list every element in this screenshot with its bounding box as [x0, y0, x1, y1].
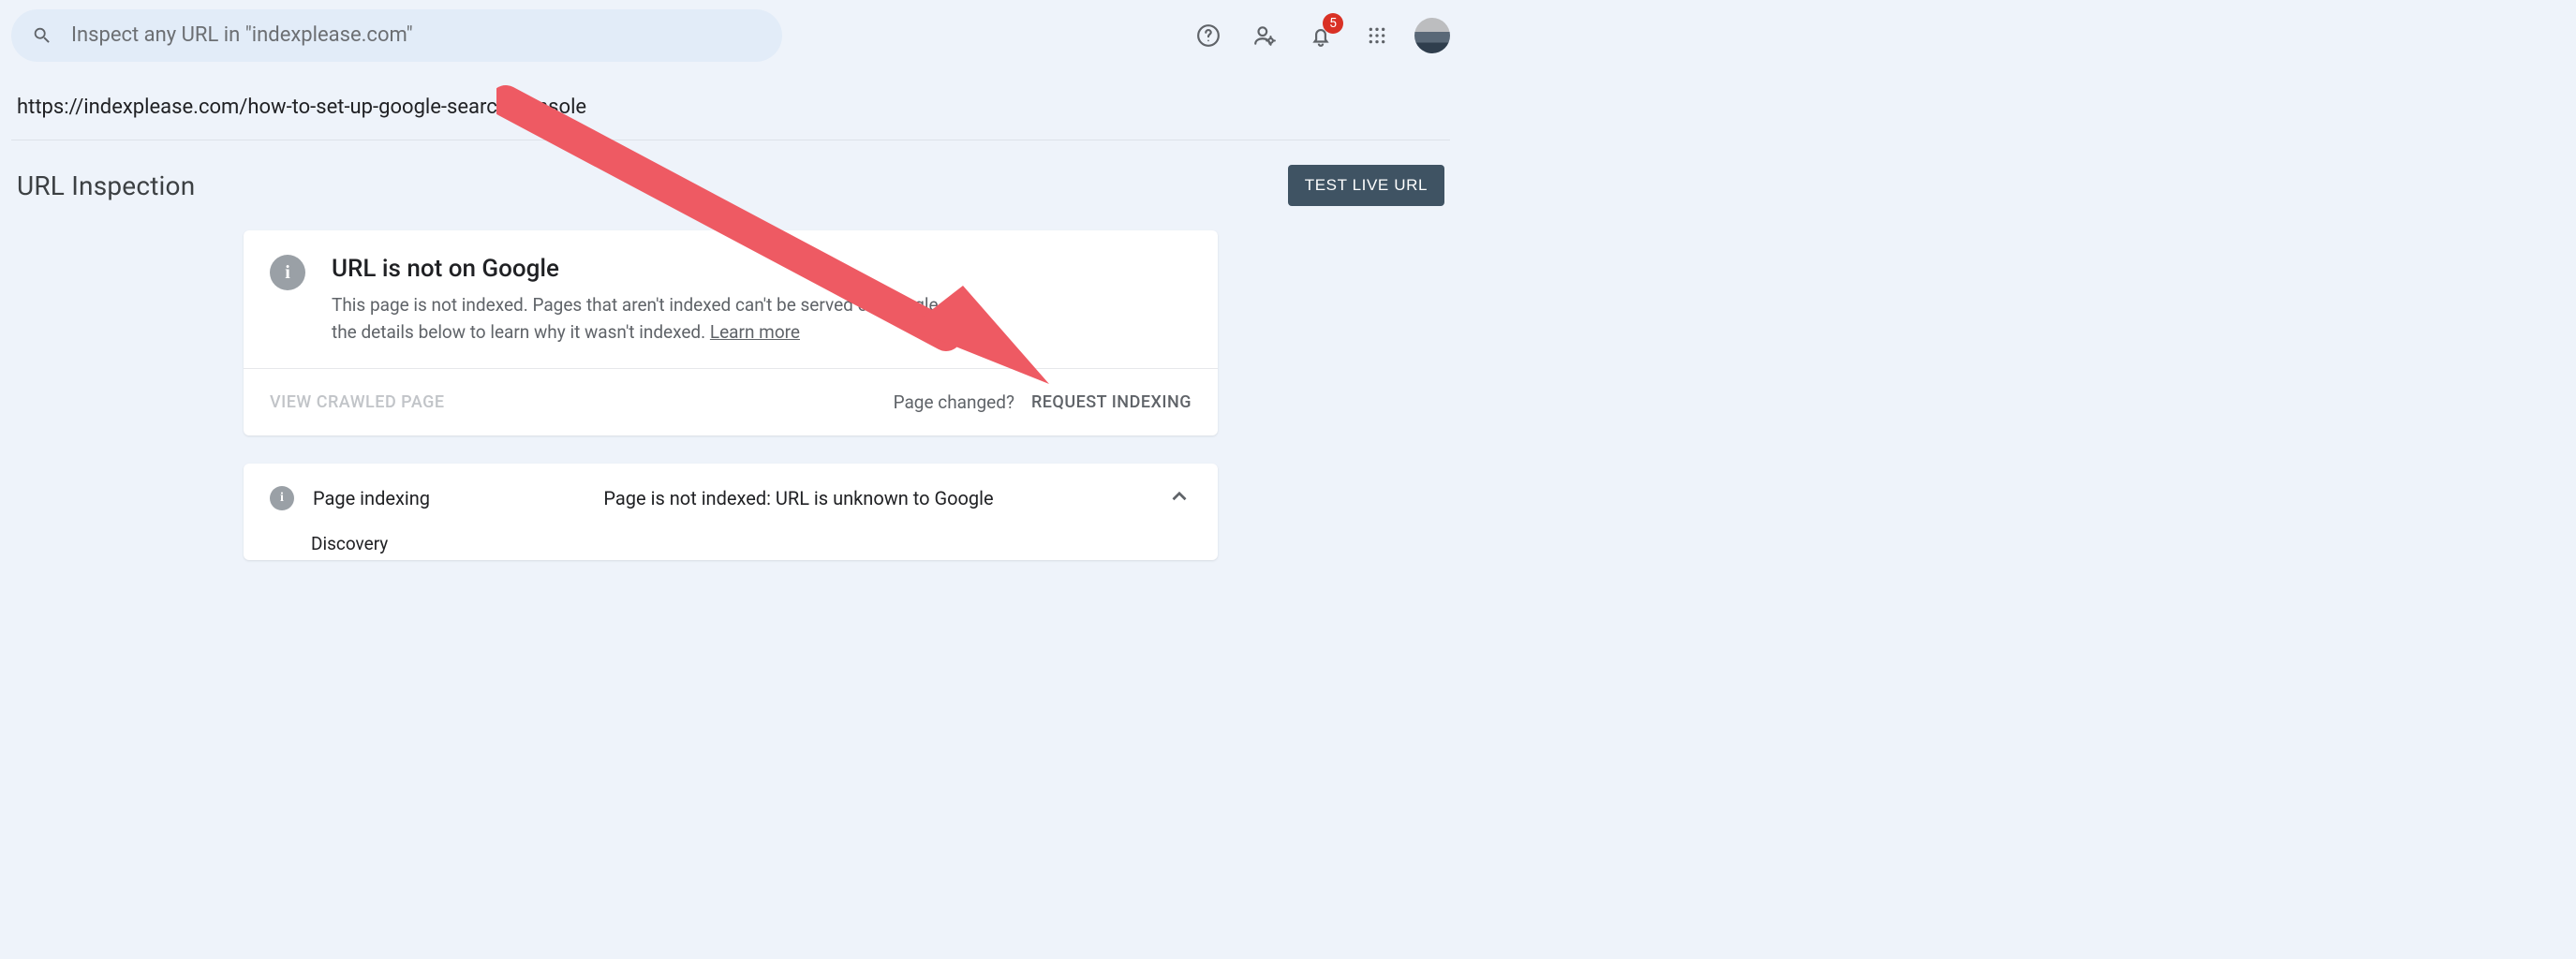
request-indexing-button[interactable]: REQUEST INDEXING [1031, 392, 1192, 412]
chevron-up-icon [1167, 484, 1192, 512]
info-icon: i [270, 255, 305, 290]
info-icon: i [270, 486, 294, 510]
person-settings-icon [1252, 23, 1277, 48]
users-button[interactable] [1244, 15, 1285, 56]
discovery-label: Discovery [244, 533, 1218, 560]
status-card: i URL is not on Google This page is not … [244, 230, 1218, 435]
status-heading: URL is not on Google [332, 255, 1006, 283]
search-icon [32, 25, 52, 46]
learn-more-link[interactable]: Learn more [710, 321, 800, 343]
avatar[interactable] [1414, 18, 1450, 53]
inspected-url: https://indexplease.com/how-to-set-up-go… [0, 66, 1461, 140]
indexing-card: i Page indexing Page is not indexed: URL… [244, 464, 1218, 560]
status-description: This page is not indexed. Pages that are… [332, 292, 1006, 346]
apps-button[interactable] [1356, 15, 1398, 56]
indexing-expand-row[interactable]: i Page indexing Page is not indexed: URL… [244, 464, 1218, 533]
test-live-url-button[interactable]: TEST LIVE URL [1288, 165, 1444, 206]
notification-badge: 5 [1323, 13, 1343, 34]
notifications-button[interactable]: 5 [1300, 15, 1341, 56]
indexing-status: Page is not indexed: URL is unknown to G… [603, 487, 993, 509]
help-icon [1196, 23, 1221, 48]
search-placeholder: Inspect any URL in "indexplease.com" [71, 23, 413, 47]
page-title: URL Inspection [17, 170, 195, 201]
page-changed-label: Page changed? [894, 391, 1014, 413]
search-input-pill[interactable]: Inspect any URL in "indexplease.com" [11, 9, 782, 62]
help-button[interactable] [1188, 15, 1229, 56]
indexing-label: Page indexing [313, 487, 430, 509]
apps-icon [1368, 26, 1386, 45]
view-crawled-page-button: VIEW CRAWLED PAGE [270, 392, 445, 412]
